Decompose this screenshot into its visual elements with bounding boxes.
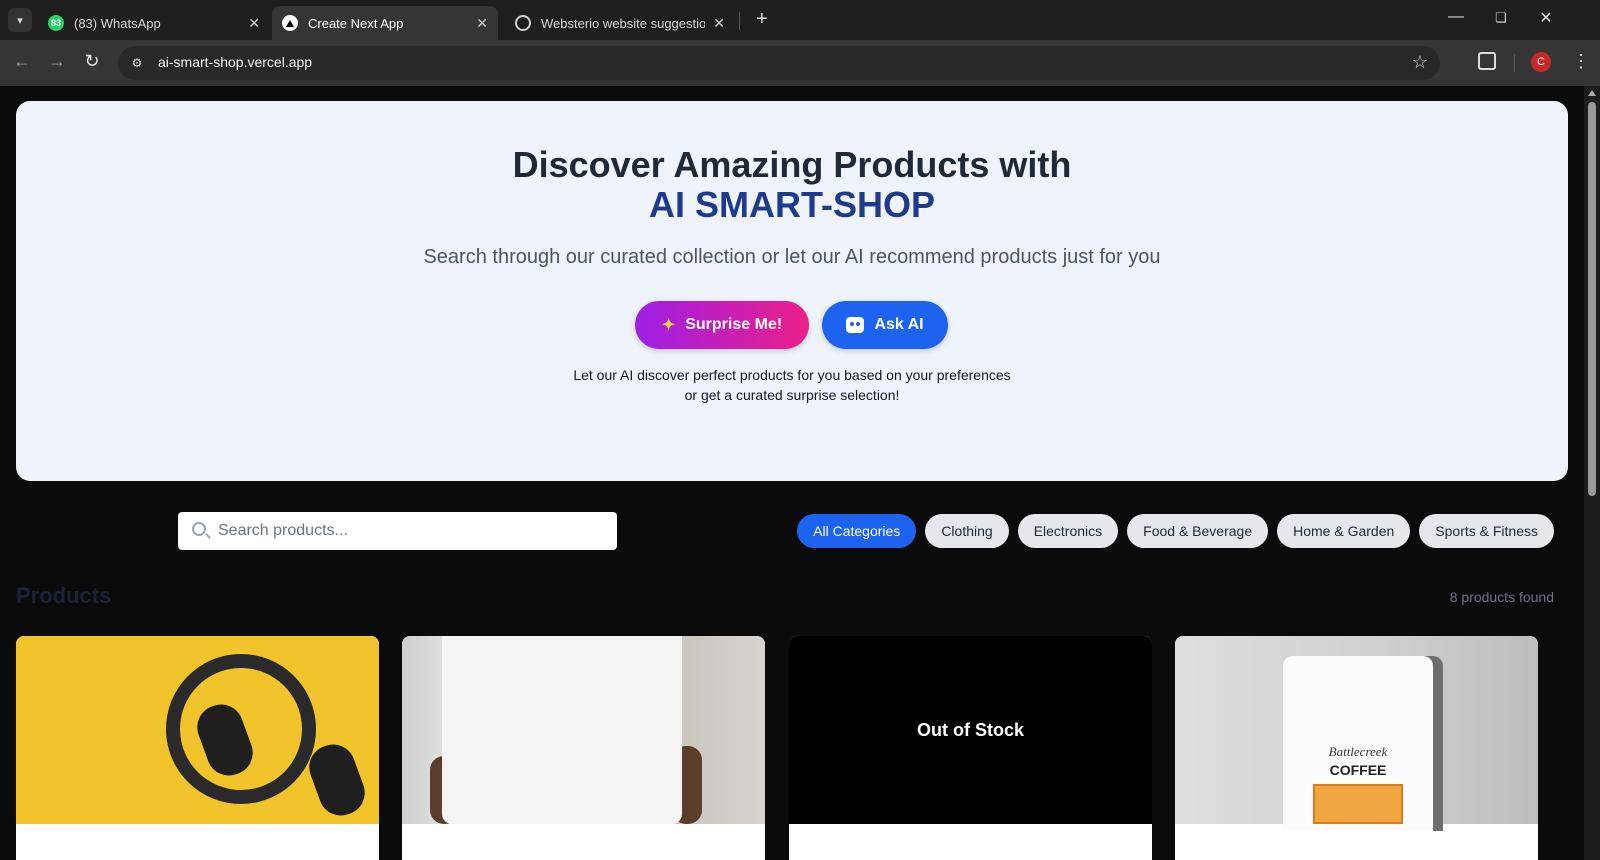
scroll-thumb[interactable] <box>1588 102 1596 496</box>
tab-divider <box>739 12 740 30</box>
product-card[interactable] <box>402 636 765 860</box>
search-icon <box>192 522 206 536</box>
menu-kebab-icon[interactable]: ⋮ <box>1572 51 1590 72</box>
products-heading: Products <box>16 583 112 608</box>
tab-label: Create Next App <box>308 15 404 31</box>
extensions-icon[interactable] <box>1478 52 1496 70</box>
hero-section: Discover Amazing Products with AI SMART-… <box>16 101 1568 481</box>
close-window-button[interactable]: ✕ <box>1534 8 1558 28</box>
search-box <box>178 512 617 550</box>
out-of-stock-label: Out of Stock <box>917 719 1024 740</box>
ask-ai-label: Ask AI <box>874 316 924 333</box>
scroll-up-arrow[interactable] <box>1588 90 1596 96</box>
new-tab-button[interactable]: + <box>756 9 768 29</box>
restore-button[interactable]: ❏ <box>1489 10 1513 26</box>
bookmark-star-icon[interactable]: ☆ <box>1412 52 1428 73</box>
hero-title: Discover Amazing Products with <box>512 144 1072 185</box>
chatgpt-icon <box>515 15 531 31</box>
profile-avatar[interactable]: C <box>1531 52 1551 72</box>
tab-search-button[interactable]: ▾ <box>8 8 32 32</box>
product-card[interactable] <box>16 636 379 860</box>
category-filter: All Categories Clothing Electronics Food… <box>797 514 1554 548</box>
hero-note-line1: Let our AI discover perfect products for… <box>573 367 1011 383</box>
page-scrollbar[interactable] <box>1584 86 1600 860</box>
reload-button[interactable]: ↻ <box>80 51 104 72</box>
category-all[interactable]: All Categories <box>797 514 917 548</box>
hero-subtitle: Search through our curated collection or… <box>423 246 1161 268</box>
url-text: ai-smart-shop.vercel.app <box>158 54 313 70</box>
category-home-garden[interactable]: Home & Garden <box>1277 514 1411 548</box>
whatsapp-icon: 83 <box>48 15 64 31</box>
toolbar-divider <box>1514 54 1515 72</box>
tab-whatsapp[interactable]: 83 (83) WhatsApp ✕ <box>38 6 270 40</box>
tab-websterio[interactable]: Websterio website suggestions ✕ <box>505 6 735 40</box>
tab-label: Websterio website suggestions <box>541 15 706 31</box>
product-image-tshirt <box>402 636 765 824</box>
search-input[interactable] <box>218 512 608 550</box>
headphone-cup <box>303 738 371 822</box>
product-image-coffee: Battlecreek COFFEE <box>1175 636 1538 831</box>
back-button[interactable]: ← <box>10 51 34 72</box>
product-card[interactable]: Battlecreek COFFEE <box>1175 636 1538 860</box>
hero-note-line2: or get a curated surprise selection! <box>684 387 900 403</box>
product-image-out-of-stock: Out of Stock <box>789 636 1152 824</box>
hero-brand: AI SMART-SHOP <box>648 184 935 225</box>
hero-note: Let our AI discover perfect products for… <box>16 365 1568 405</box>
nextjs-icon <box>282 15 298 31</box>
browser-toolbar: ← → ↻ ⚙ ai-smart-shop.vercel.app ☆ C ⋮ <box>0 40 1600 86</box>
tshirt-body <box>442 636 682 824</box>
close-icon[interactable]: ✕ <box>713 15 725 32</box>
coffee-brand: Battlecreek <box>1328 744 1388 759</box>
tab-label: (83) WhatsApp <box>74 15 161 31</box>
tab-strip: ▾ 83 (83) WhatsApp ✕ Create Next App ✕ W… <box>0 0 1600 40</box>
product-image-headphones <box>16 636 379 834</box>
category-electronics[interactable]: Electronics <box>1017 514 1119 548</box>
tab-create-next-app[interactable]: Create Next App ✕ <box>272 6 498 40</box>
coffee-tag <box>1313 784 1403 824</box>
surprise-me-label: Surprise Me! <box>685 316 783 333</box>
category-sports-fitness[interactable]: Sports & Fitness <box>1419 514 1554 548</box>
close-icon[interactable]: ✕ <box>476 15 488 32</box>
close-icon[interactable]: ✕ <box>248 15 260 32</box>
category-food-beverage[interactable]: Food & Beverage <box>1127 514 1269 548</box>
site-info-icon[interactable]: ⚙ <box>128 54 146 72</box>
minimize-button[interactable]: — <box>1444 8 1468 26</box>
address-bar[interactable]: ⚙ ai-smart-shop.vercel.app ☆ <box>118 46 1440 80</box>
page-viewport: Discover Amazing Products with AI SMART-… <box>0 86 1584 860</box>
product-card[interactable]: Out of Stock <box>789 636 1152 860</box>
ask-ai-button[interactable]: Ask AI <box>822 301 948 349</box>
robot-icon <box>846 317 865 333</box>
category-clothing[interactable]: Clothing <box>925 514 1009 548</box>
surprise-me-button[interactable]: ✦ Surprise Me! <box>635 301 809 349</box>
coffee-label: COFFEE <box>1329 762 1387 778</box>
forward-button[interactable]: → <box>45 51 69 72</box>
products-count: 8 products found <box>1449 589 1554 605</box>
sparkle-icon: ✦ <box>661 317 676 334</box>
